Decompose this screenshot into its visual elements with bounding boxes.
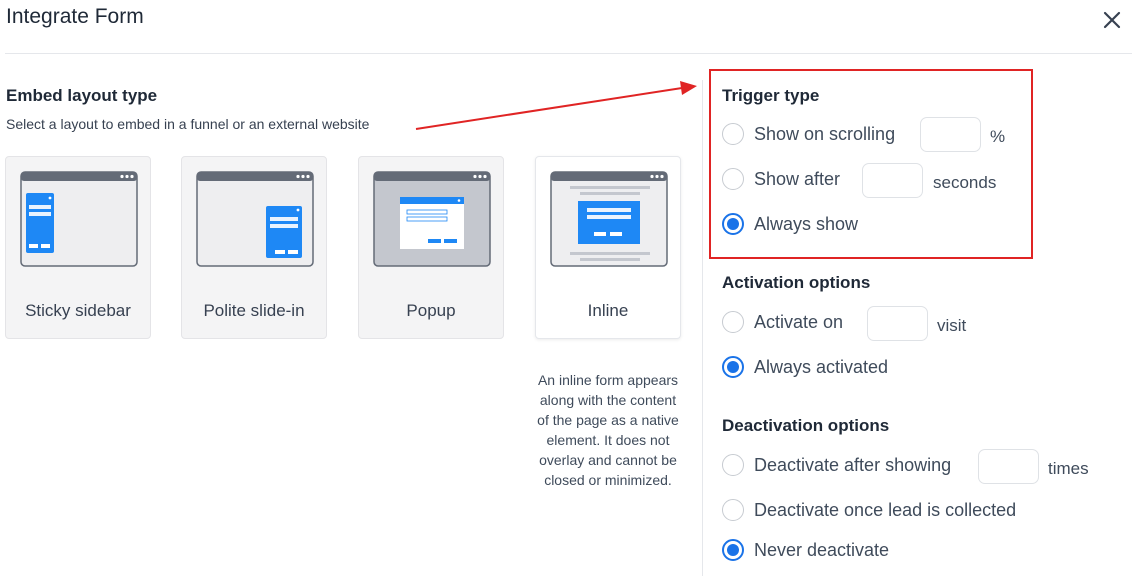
layout-card-popup[interactable]: Popup (358, 156, 504, 339)
deactivation-option-never[interactable]: Never deactivate (722, 539, 889, 561)
inline-illustration (550, 171, 668, 267)
activate-on-visit-input[interactable] (867, 306, 928, 341)
popup-illustration (373, 171, 491, 267)
polite-slide-in-illustration (196, 171, 314, 267)
layout-card-sticky-sidebar[interactable]: Sticky sidebar (5, 156, 151, 339)
activation-option-always-activated[interactable]: Always activated (722, 356, 888, 378)
deactivation-option-after-showing[interactable]: Deactivate after showing (722, 454, 951, 476)
radio-never-deactivate[interactable] (722, 539, 744, 561)
radio-deactivate-once-lead-collected[interactable] (722, 499, 744, 521)
deactivation-options-title: Deactivation options (722, 416, 890, 435)
sticky-sidebar-illustration (20, 171, 138, 267)
show-after-seconds-input[interactable] (862, 163, 923, 198)
column-divider (702, 80, 703, 576)
deactivate-times-input[interactable] (978, 449, 1039, 484)
radio-show-on-scrolling[interactable] (722, 123, 744, 145)
trigger-option-show-after[interactable]: Show after (722, 168, 840, 190)
embed-layout-title: Embed layout type (6, 86, 158, 105)
close-icon (1103, 11, 1121, 29)
radio-activate-on[interactable] (722, 311, 744, 333)
trigger-option-always-show[interactable]: Always show (722, 213, 858, 235)
header-divider (5, 53, 1132, 54)
layout-card-label: Polite slide-in (203, 301, 305, 320)
activation-option-activate-on[interactable]: Activate on (722, 311, 843, 333)
scroll-percent-input[interactable] (920, 117, 981, 152)
times-unit: times (1048, 459, 1089, 478)
close-button[interactable] (1100, 8, 1124, 32)
visit-unit: visit (937, 316, 967, 335)
radio-show-after[interactable] (722, 168, 744, 190)
deactivation-option-lead-collected[interactable]: Deactivate once lead is collected (722, 499, 1016, 521)
percent-unit: % (990, 127, 1006, 146)
layout-card-label: Inline (587, 301, 629, 320)
embed-layout-subtitle: Select a layout to embed in a funnel or … (6, 116, 370, 132)
inline-description: An inline form appears along with the co… (537, 372, 679, 488)
layout-card-inline[interactable]: Inline (535, 156, 681, 339)
seconds-unit: seconds (933, 173, 997, 192)
radio-always-activated[interactable] (722, 356, 744, 378)
radio-always-show[interactable] (722, 213, 744, 235)
layout-card-label: Sticky sidebar (25, 301, 131, 320)
trigger-option-scrolling[interactable]: Show on scrolling (722, 123, 895, 145)
radio-deactivate-after-showing[interactable] (722, 454, 744, 476)
trigger-type-title: Trigger type (722, 86, 820, 105)
activation-options-title: Activation options (722, 273, 871, 292)
layout-card-polite-slide-in[interactable]: Polite slide-in (181, 156, 327, 339)
dialog-title: Integrate Form (6, 5, 144, 28)
layout-card-label: Popup (406, 301, 456, 320)
